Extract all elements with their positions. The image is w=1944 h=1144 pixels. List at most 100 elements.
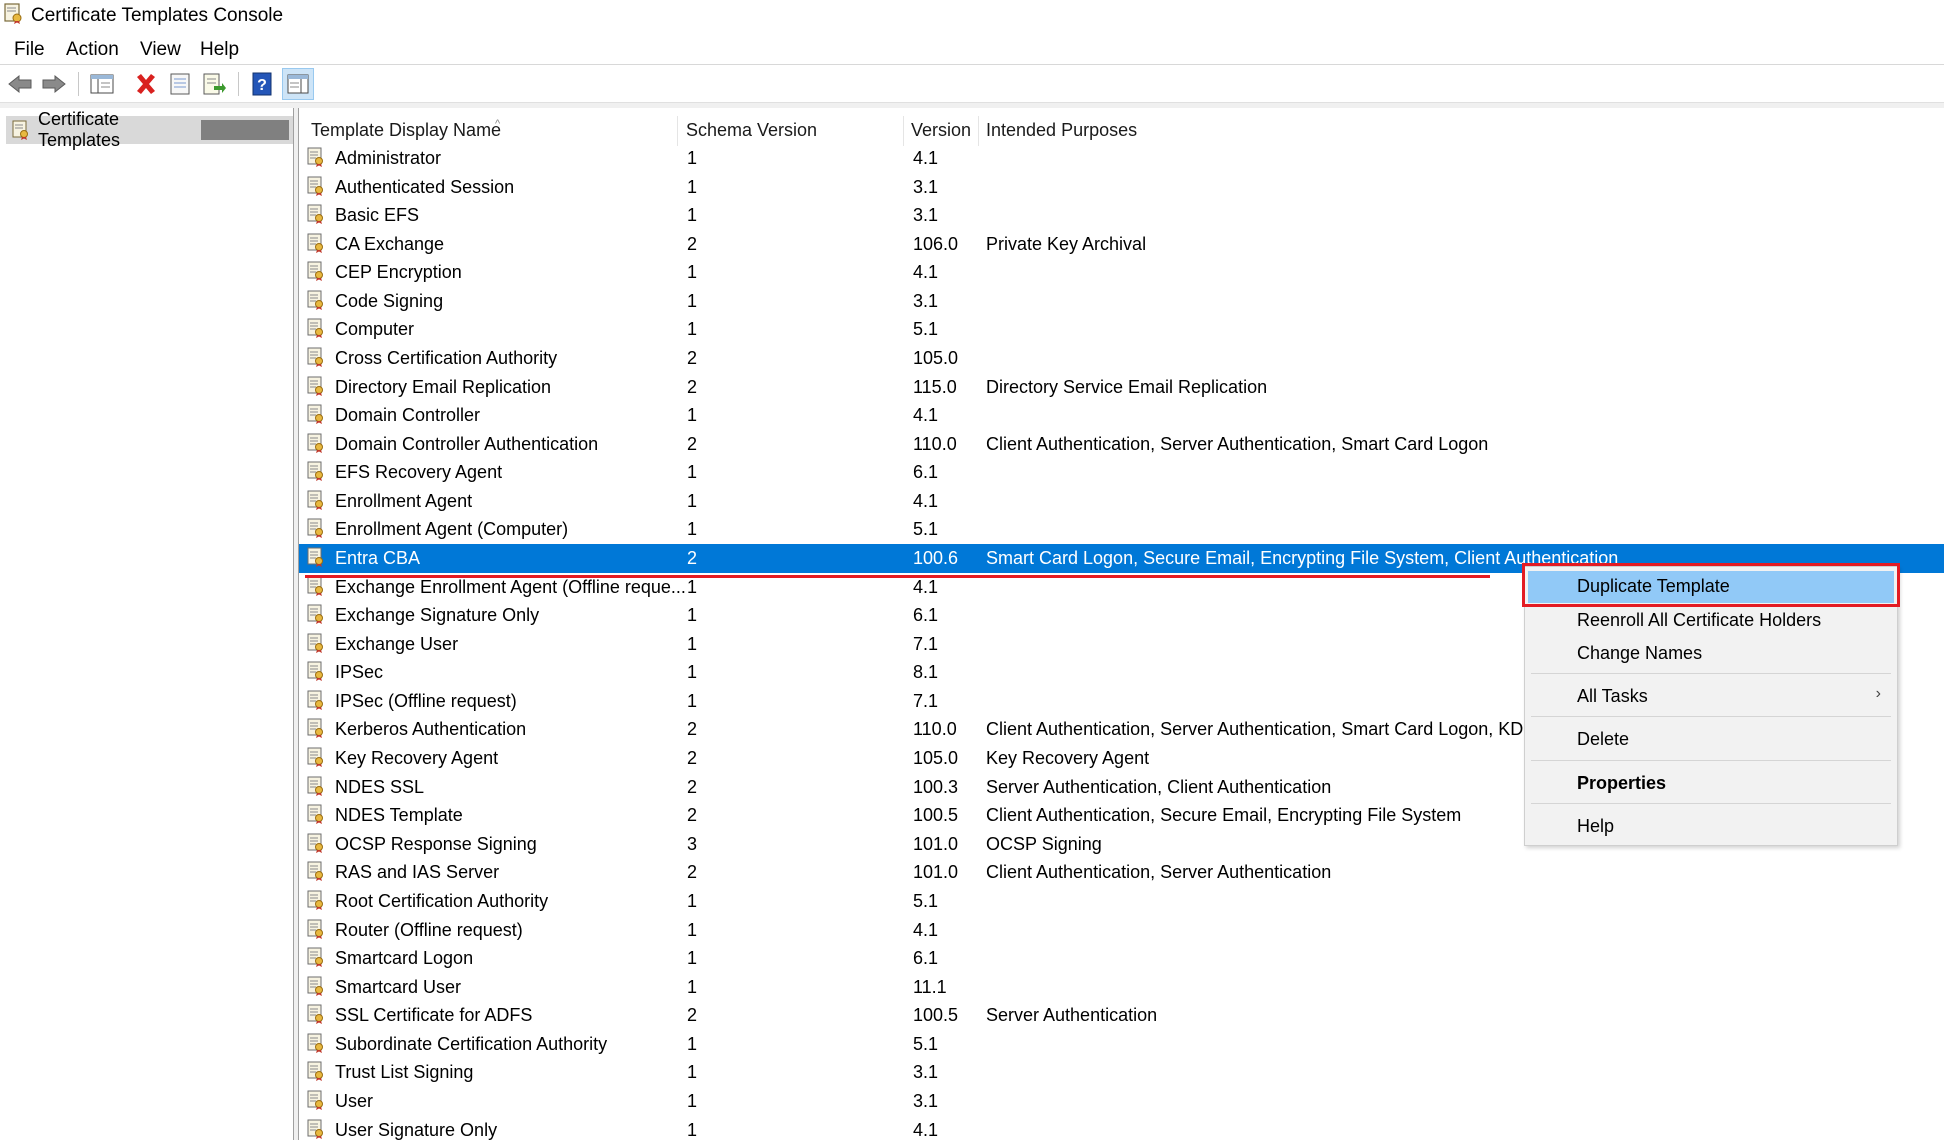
schema-version-cell: 1: [687, 519, 698, 540]
menu-file[interactable]: File: [14, 39, 45, 61]
certificate-template-icon: [307, 890, 325, 915]
table-row[interactable]: EFS Recovery Agent 1 6.1: [299, 458, 1944, 487]
certificate-template-icon: [307, 233, 325, 258]
toolbar-separator: [78, 72, 79, 96]
table-row[interactable]: CA Exchange 2 106.0 Private Key Archival: [299, 230, 1944, 259]
delete-icon[interactable]: [130, 68, 162, 100]
schema-version-cell: 2: [687, 748, 698, 769]
version-cell: 105.0: [913, 748, 959, 769]
intended-purposes-cell: Directory Service Email Replication: [986, 376, 1268, 397]
table-row[interactable]: User 1 3.1: [299, 1087, 1944, 1116]
table-row[interactable]: Subordinate Certification Authority 1 5.1: [299, 1030, 1944, 1059]
certificate-template-icon: [12, 120, 30, 140]
template-name-cell: Key Recovery Agent: [335, 748, 499, 769]
template-name-cell: IPSec (Offline request): [335, 690, 517, 711]
table-row[interactable]: Trust List Signing 1 3.1: [299, 1058, 1944, 1087]
table-row[interactable]: Code Signing 1 3.1: [299, 287, 1944, 316]
table-row[interactable]: Basic EFS 1 3.1: [299, 201, 1944, 230]
certificate-template-icon: [307, 861, 325, 886]
table-row[interactable]: Root Certification Authority 1 5.1: [299, 887, 1944, 916]
certificate-template-icon: [307, 776, 325, 801]
menu-item-reenroll-all-certificate-holders[interactable]: Reenroll All Certificate Holders: [1525, 605, 1897, 637]
certificate-template-icon: [307, 576, 325, 601]
menu-action[interactable]: Action: [66, 39, 119, 61]
action-pane-icon[interactable]: [282, 68, 314, 100]
table-row[interactable]: Smartcard User 1 11.1: [299, 973, 1944, 1002]
version-cell: 3.1: [913, 290, 939, 311]
schema-version-cell: 1: [687, 919, 698, 940]
schema-version-cell: 2: [687, 376, 698, 397]
column-separator[interactable]: [677, 116, 678, 146]
menu-view[interactable]: View: [140, 39, 181, 61]
menu-item-label: Properties: [1577, 773, 1667, 793]
template-name-cell: Root Certification Authority: [335, 890, 549, 911]
certificate-template-icon: [307, 718, 325, 743]
table-row[interactable]: Enrollment Agent 1 4.1: [299, 487, 1944, 516]
export-list-icon[interactable]: [198, 68, 230, 100]
certificate-template-icon: [307, 661, 325, 686]
table-row[interactable]: Smartcard Logon 1 6.1: [299, 944, 1944, 973]
back-arrow-icon[interactable]: [4, 68, 36, 100]
schema-version-cell: 1: [687, 1033, 698, 1054]
template-name-cell: Cross Certification Authority: [335, 348, 558, 369]
schema-version-cell: 1: [687, 462, 698, 483]
column-separator[interactable]: [978, 116, 979, 146]
certificate-template-icon: [307, 404, 325, 429]
certificate-template-icon: [307, 376, 325, 401]
schema-version-cell: 1: [687, 262, 698, 283]
menu-item-change-names[interactable]: Change Names: [1525, 638, 1897, 670]
certificate-template-icon: [307, 318, 325, 343]
menu-item-all-tasks[interactable]: All Tasks ›: [1525, 681, 1897, 713]
help-icon[interactable]: ?: [246, 68, 278, 100]
toolbar: ?: [0, 66, 1944, 102]
column-header-intended-purposes[interactable]: Intended Purposes: [986, 120, 1137, 141]
intended-purposes-cell: Client Authentication, Server Authentica…: [986, 433, 1489, 454]
table-row[interactable]: Enrollment Agent (Computer) 1 5.1: [299, 515, 1944, 544]
column-header-template-display-name[interactable]: Template Display Name ^: [311, 118, 501, 141]
properties-icon[interactable]: [164, 68, 196, 100]
forward-arrow-icon[interactable]: [38, 68, 70, 100]
table-row[interactable]: Authenticated Session 1 3.1: [299, 173, 1944, 202]
intended-purposes-cell: OCSP Signing: [986, 833, 1102, 854]
version-cell: 4.1: [913, 576, 939, 597]
column-header-version[interactable]: Version: [911, 120, 971, 141]
table-row[interactable]: Computer 1 5.1: [299, 315, 1944, 344]
version-cell: 7.1: [913, 633, 939, 654]
menu-item-properties[interactable]: Properties: [1525, 768, 1897, 800]
table-row[interactable]: Directory Email Replication 2 115.0 Directo…: [299, 373, 1944, 402]
column-separator[interactable]: [903, 116, 904, 146]
table-row[interactable]: RAS and IAS Server 2 101.0 Client Authentic…: [299, 858, 1944, 887]
menu-item-help[interactable]: Help: [1525, 811, 1897, 843]
version-cell: 115.0: [913, 376, 957, 397]
column-header-schema-version[interactable]: Schema Version: [686, 120, 817, 141]
template-name-cell: NDES Template: [335, 805, 463, 826]
template-name-cell: Domain Controller Authentication: [335, 433, 599, 454]
schema-version-cell: 2: [687, 805, 698, 826]
table-row[interactable]: Cross Certification Authority 2 105.0: [299, 344, 1944, 373]
template-name-cell: Entra CBA: [335, 548, 421, 569]
tree-item-certificate-templates[interactable]: Certificate Templates: [6, 109, 293, 150]
template-name-cell: SSL Certificate for ADFS: [335, 1005, 533, 1026]
certificate-template-icon: [307, 347, 325, 372]
template-name-cell: CA Exchange: [335, 233, 445, 254]
version-cell: 4.1: [913, 262, 939, 283]
menu-help[interactable]: Help: [200, 39, 239, 61]
table-row[interactable]: Domain Controller Authentication 2 110.0 Cl…: [299, 430, 1944, 459]
table-row[interactable]: SSL Certificate for ADFS 2 100.5 Server Aut…: [299, 1001, 1944, 1030]
table-row[interactable]: Domain Controller 1 4.1: [299, 401, 1944, 430]
menu-item-label: Reenroll All Certificate Holders: [1577, 610, 1822, 630]
version-cell: 5.1: [913, 890, 939, 911]
menu-item-delete[interactable]: Delete: [1525, 724, 1897, 756]
table-row[interactable]: Administrator 1 4.1: [299, 144, 1944, 173]
table-row[interactable]: CEP Encryption 1 4.1: [299, 258, 1944, 287]
version-cell: 5.1: [913, 1033, 939, 1054]
show-hide-console-tree-icon[interactable]: [86, 68, 118, 100]
table-row[interactable]: Router (Offline request) 1 4.1: [299, 916, 1944, 945]
template-name-cell: Exchange User: [335, 633, 459, 654]
context-menu: Duplicate Template Reenroll All Certific…: [1524, 566, 1898, 846]
template-name-cell: Enrollment Agent (Computer): [335, 519, 569, 540]
version-cell: 100.5: [913, 1005, 959, 1026]
schema-version-cell: 2: [687, 776, 698, 797]
version-cell: 100.6: [913, 548, 959, 569]
version-cell: 3.1: [913, 1062, 939, 1083]
